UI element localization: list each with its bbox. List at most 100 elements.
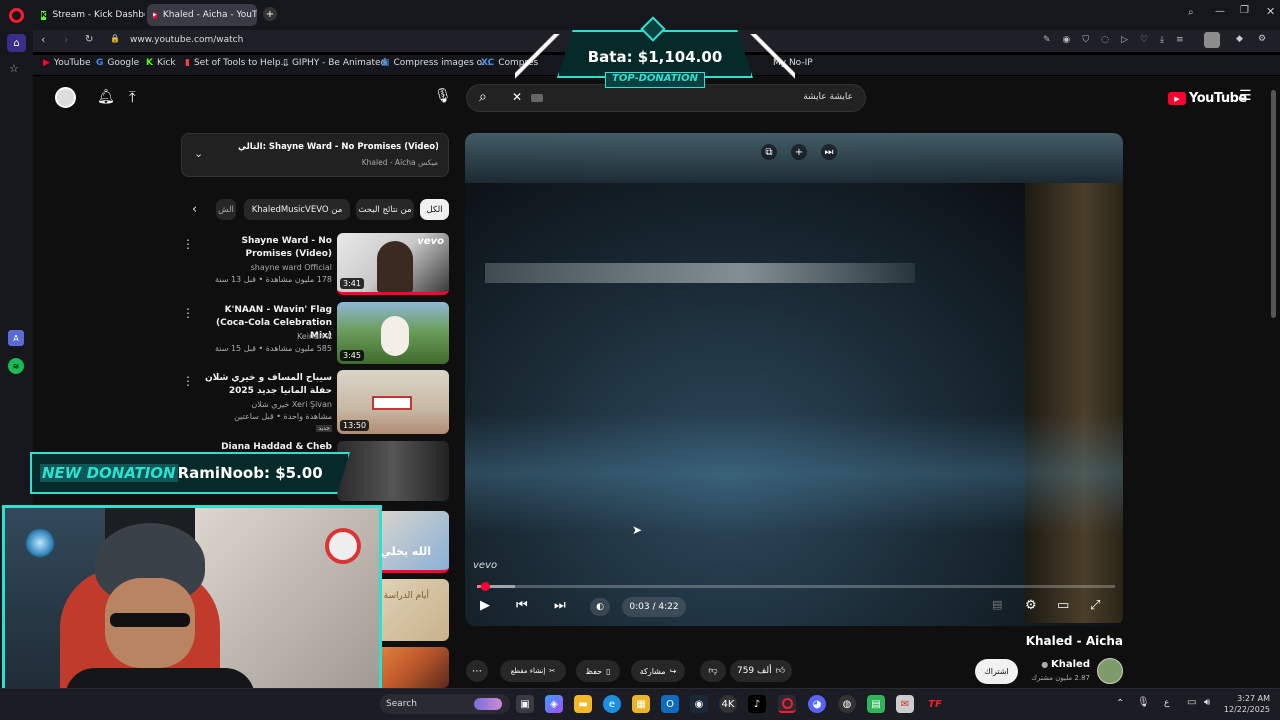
keyboard-icon[interactable] xyxy=(531,94,543,102)
heart-icon[interactable]: ♡ xyxy=(1140,35,1148,45)
close-icon[interactable]: ✕ xyxy=(1266,5,1275,18)
fullscreen-icon[interactable]: ⤢ xyxy=(1090,598,1100,613)
channel-name[interactable]: ● Khaled xyxy=(1020,659,1090,670)
tab-search-icon[interactable]: ⌕ xyxy=(1188,7,1194,18)
discord-icon[interactable]: ◕ xyxy=(808,695,826,713)
subscribe-button[interactable]: اشتراك xyxy=(975,659,1018,684)
search-input[interactable]: عايشة عايشة xyxy=(803,92,853,102)
video-thumbnail[interactable] xyxy=(337,441,449,501)
opera-taskbar-icon[interactable] xyxy=(778,695,796,713)
video-title[interactable]: سيباح المساف و خيري شلان حفلة المانيا جد… xyxy=(192,372,332,398)
like-button[interactable]: 759 ألف 👍︎ xyxy=(730,660,792,682)
tf-app-icon[interactable]: TF xyxy=(926,695,944,713)
skip-ad-icon[interactable]: ⏭ xyxy=(821,144,837,160)
clock[interactable]: 3:27 AM 12/22/2025 xyxy=(1222,693,1270,715)
video-thumbnail[interactable]: vevo 3:41 xyxy=(337,233,449,295)
bookmark-google[interactable]: G Google xyxy=(96,58,139,68)
add-to-queue-icon[interactable]: + xyxy=(791,144,807,160)
file-explorer-icon[interactable]: ▬ xyxy=(574,695,592,713)
share-button[interactable]: مشاركة ↪ xyxy=(631,660,685,682)
profile-avatar[interactable] xyxy=(1204,32,1220,48)
chip-all[interactable]: الكل xyxy=(420,199,449,220)
video-player[interactable]: ⧉ + ⏭ vevo xyxy=(465,133,1123,626)
channel-name[interactable]: خيري شلان Xeri Şivan xyxy=(172,400,332,409)
tray-chevron-up-icon[interactable]: ⌃ xyxy=(1116,698,1124,709)
chip-search-results[interactable]: من نتائج البحث xyxy=(356,199,414,220)
shield-icon[interactable]: ⛉ xyxy=(1082,35,1089,45)
channel-avatar[interactable] xyxy=(1097,658,1123,684)
taskbar-search[interactable]: Search xyxy=(380,694,510,714)
play-button-icon[interactable]: ▶ xyxy=(480,598,490,613)
opera-logo-icon[interactable] xyxy=(9,8,24,23)
menu-icon[interactable]: ≡ xyxy=(1176,35,1184,45)
extension-icon[interactable]: ◆ xyxy=(1236,34,1243,44)
restore-icon[interactable]: ❐ xyxy=(1240,5,1249,16)
star-icon[interactable]: ☆ xyxy=(9,62,19,75)
clip-button[interactable]: إنشاء مقطع ✂ xyxy=(500,660,566,682)
youtube-logo[interactable]: ▶ YouTube xyxy=(1168,91,1247,106)
tab-kick-dashboard[interactable]: K Stream - Kick Dashboard xyxy=(35,4,145,26)
chips-scroll-left-icon[interactable]: ‹ xyxy=(192,202,197,217)
captions-icon[interactable]: ▤ xyxy=(992,598,1002,611)
progress-knob[interactable] xyxy=(480,582,490,591)
task-view-icon[interactable]: ▣ xyxy=(516,695,534,713)
bookmark-giphy[interactable]: ▯ GIPHY - Be Animated xyxy=(283,58,386,68)
edge-icon[interactable]: e xyxy=(603,695,621,713)
channel-name[interactable]: Keinan A xyxy=(172,332,332,341)
hamburger-menu-icon[interactable]: ☰ xyxy=(1239,88,1252,104)
tab-youtube[interactable]: ▶ Khaled - Aicha - YouTube xyxy=(147,4,257,26)
download-icon[interactable]: ⤓ xyxy=(1160,35,1164,45)
minimize-icon[interactable]: — xyxy=(1215,6,1225,17)
previous-button-icon[interactable]: ⏮ xyxy=(516,598,528,613)
chip-more[interactable]: الش xyxy=(216,199,236,220)
search-icon[interactable]: ⌕ xyxy=(479,89,487,105)
widgets-icon[interactable]: ◈ xyxy=(545,695,563,713)
save-button[interactable]: حفظ ▯ xyxy=(576,660,620,682)
tray-microphone-icon[interactable]: 🎙︎ xyxy=(1137,697,1150,708)
speaker-icon[interactable]: 🔊︎ xyxy=(1204,697,1210,708)
chevron-down-icon[interactable]: ⌄ xyxy=(194,147,203,160)
video-title[interactable]: Shayne Ward - No Promises (Video) xyxy=(192,235,332,261)
progress-bar[interactable] xyxy=(477,582,1115,591)
4k-app-icon[interactable]: 4K xyxy=(719,695,737,713)
back-icon[interactable]: ‹ xyxy=(41,33,45,46)
theater-mode-icon[interactable]: ▭ xyxy=(1057,598,1069,613)
aria-icon[interactable]: A xyxy=(8,330,24,346)
display-icon[interactable]: ▭ xyxy=(1187,697,1196,708)
volume-icon[interactable]: ◐ xyxy=(590,598,610,616)
microphone-icon[interactable]: 🎙︎ xyxy=(434,88,452,104)
home-icon[interactable]: ⌂ xyxy=(7,34,26,52)
settings-icon[interactable]: ⚙ xyxy=(1258,34,1266,44)
bookmark-tools[interactable]: ▮ Set of Tools to Help... xyxy=(185,58,289,68)
bookmark-youtube[interactable]: ▶ YouTube xyxy=(43,58,91,68)
url-field[interactable]: www.youtube.com/watch xyxy=(130,35,243,45)
channel-name[interactable]: shayne ward Official xyxy=(172,263,332,272)
list-item[interactable]: ⋮ سيباح المساف و خيري شلان حفلة المانيا … xyxy=(180,370,450,434)
spotify-icon[interactable]: ≋ xyxy=(8,358,24,374)
upload-icon[interactable]: ⤒ xyxy=(129,88,136,106)
green-app-icon[interactable]: ▤ xyxy=(867,695,885,713)
mail-app-icon[interactable]: ✉ xyxy=(896,695,914,713)
new-tab-plus-icon[interactable]: + xyxy=(263,7,277,21)
reload-icon[interactable]: ↻ xyxy=(85,34,93,45)
dislike-button[interactable]: 👎︎ xyxy=(700,660,726,682)
forward-icon[interactable]: › xyxy=(64,33,68,46)
send-icon[interactable]: ▷ xyxy=(1121,35,1128,45)
bookmark-compress[interactable]: ▣ Compress images o... xyxy=(381,58,491,68)
bookmark-kick[interactable]: K Kick xyxy=(146,58,176,68)
player-settings-icon[interactable]: ⚙ xyxy=(1025,598,1037,613)
notifications-bell-icon[interactable]: 🔔︎ xyxy=(97,89,115,105)
video-thumbnail[interactable]: 13:50 xyxy=(337,370,449,434)
video-thumbnail[interactable]: 3:45 xyxy=(337,302,449,364)
camera-icon[interactable]: ◉ xyxy=(1063,35,1071,45)
copy-link-icon[interactable]: ⧉ xyxy=(761,144,777,160)
edit-icon[interactable]: ✎ xyxy=(1043,35,1051,45)
more-actions-icon[interactable]: ⋯ xyxy=(466,660,488,682)
input-language[interactable]: ع xyxy=(1164,698,1169,708)
tiktok-icon[interactable]: ♪ xyxy=(748,695,766,713)
chip-khaled-vevo[interactable]: من KhaledMusicVEVO xyxy=(244,199,350,220)
page-scrollbar[interactable] xyxy=(1271,90,1276,318)
outlook-icon[interactable]: O xyxy=(661,695,679,713)
account-avatar[interactable] xyxy=(55,87,76,108)
mix-queue-panel[interactable]: ⌄ التالي: Shayne Ward - No Promises (Vid… xyxy=(181,133,449,177)
